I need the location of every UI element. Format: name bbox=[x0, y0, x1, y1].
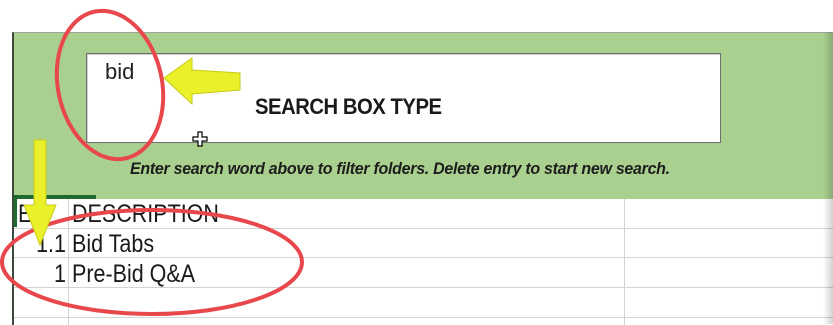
window-edge-shadow bbox=[823, 32, 833, 324]
header-ex: EX bbox=[18, 200, 47, 228]
folder-table: EX DESCRIPTION 1.1 Bid Tabs 1 Pre-Bid Q&… bbox=[14, 199, 833, 325]
row-1-description[interactable]: Bid Tabs bbox=[72, 229, 154, 259]
row-2-description[interactable]: Pre-Bid Q&A bbox=[72, 259, 195, 289]
search-hint-text: Enter search word above to filter folder… bbox=[130, 159, 670, 178]
move-cursor-icon bbox=[192, 131, 208, 147]
spreadsheet-area: bid SEARCH BOX TYPE Enter search word ab… bbox=[12, 32, 833, 325]
row-2-ex[interactable]: 1 bbox=[14, 259, 66, 289]
search-panel: bid SEARCH BOX TYPE Enter search word ab… bbox=[14, 33, 833, 199]
search-input[interactable]: bid SEARCH BOX TYPE bbox=[86, 53, 721, 143]
header-description: DESCRIPTION bbox=[72, 200, 219, 228]
search-box-type-annotation: SEARCH BOX TYPE bbox=[255, 94, 442, 119]
row-1-ex[interactable]: 1.1 bbox=[14, 229, 66, 259]
search-input-value: bid bbox=[105, 59, 135, 84]
